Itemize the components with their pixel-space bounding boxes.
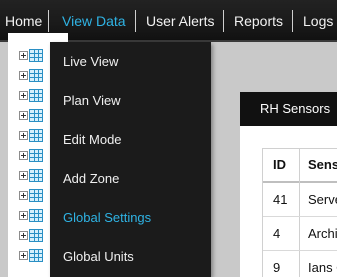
menu-item-plan-view[interactable]: Plan View bbox=[50, 81, 211, 120]
tree-node[interactable] bbox=[19, 69, 49, 82]
expand-plus-icon[interactable] bbox=[19, 51, 28, 60]
expand-plus-icon[interactable] bbox=[19, 211, 28, 220]
zone-grid-icon bbox=[29, 129, 43, 142]
nav-logs[interactable]: Logs bbox=[303, 0, 333, 42]
cell-sensor: Archiv bbox=[308, 226, 337, 241]
tree-node[interactable] bbox=[19, 89, 49, 102]
panel-title[interactable]: RH Sensors bbox=[240, 92, 337, 126]
cell-id: 9 bbox=[273, 260, 281, 275]
menu-item-add-zone[interactable]: Add Zone bbox=[50, 159, 211, 198]
zone-grid-icon bbox=[29, 89, 43, 102]
sensors-table: ID Senso 41 Serve 4 Archiv 9 Ians C bbox=[262, 148, 337, 277]
view-data-dropdown-menu: Live View Plan View Edit Mode Add Zone G… bbox=[50, 42, 211, 277]
expand-plus-icon[interactable] bbox=[19, 171, 28, 180]
zone-grid-icon bbox=[29, 169, 43, 182]
table-row[interactable]: 41 Serve bbox=[263, 183, 337, 217]
table-row[interactable]: 4 Archiv bbox=[263, 217, 337, 251]
zone-grid-icon bbox=[29, 69, 43, 82]
menu-item-global-units[interactable]: Global Units bbox=[50, 237, 211, 276]
zone-grid-icon bbox=[29, 229, 43, 242]
table-row[interactable]: 9 Ians C bbox=[263, 251, 337, 277]
nav-view-data[interactable]: View Data bbox=[62, 0, 126, 42]
tree-node[interactable] bbox=[19, 229, 49, 242]
menu-item-live-view[interactable]: Live View bbox=[50, 42, 211, 81]
tree-node[interactable] bbox=[19, 109, 49, 122]
nav-separator bbox=[223, 10, 224, 32]
cell-id: 41 bbox=[273, 192, 288, 207]
nav-reports[interactable]: Reports bbox=[234, 0, 283, 42]
zone-grid-icon bbox=[29, 109, 43, 122]
expand-plus-icon[interactable] bbox=[19, 151, 28, 160]
zone-grid-icon bbox=[29, 189, 43, 202]
cell-sensor: Ians C bbox=[308, 260, 337, 275]
expand-plus-icon[interactable] bbox=[19, 71, 28, 80]
tree-node[interactable] bbox=[19, 149, 49, 162]
zone-grid-icon bbox=[29, 249, 43, 262]
tree-node[interactable] bbox=[19, 169, 49, 182]
rh-sensors-panel: RH Sensors ID Senso 41 Serve 4 Archiv 9 … bbox=[240, 92, 337, 277]
tree-node[interactable] bbox=[19, 189, 49, 202]
expand-plus-icon[interactable] bbox=[19, 131, 28, 140]
menu-item-global-settings[interactable]: Global Settings bbox=[50, 198, 211, 237]
expand-plus-icon[interactable] bbox=[19, 191, 28, 200]
tree-node[interactable] bbox=[19, 129, 49, 142]
cell-sensor: Serve bbox=[308, 192, 337, 207]
nav-separator bbox=[48, 10, 49, 32]
expand-plus-icon[interactable] bbox=[19, 231, 28, 240]
menu-item-edit-mode[interactable]: Edit Mode bbox=[50, 120, 211, 159]
expand-plus-icon[interactable] bbox=[19, 91, 28, 100]
zone-grid-icon bbox=[29, 149, 43, 162]
nav-user-alerts[interactable]: User Alerts bbox=[146, 0, 214, 42]
tree-node[interactable] bbox=[19, 209, 49, 222]
expand-plus-icon[interactable] bbox=[19, 251, 28, 260]
nav-separator bbox=[292, 10, 293, 32]
column-header-sensor[interactable]: Senso bbox=[308, 149, 337, 181]
nav-separator bbox=[135, 10, 136, 32]
cell-id: 4 bbox=[273, 226, 281, 241]
expand-plus-icon[interactable] bbox=[19, 111, 28, 120]
zone-grid-icon bbox=[29, 209, 43, 222]
column-header-id[interactable]: ID bbox=[273, 149, 286, 181]
tree-node[interactable] bbox=[19, 249, 49, 262]
zone-grid-icon bbox=[29, 49, 43, 62]
tree-node[interactable] bbox=[19, 49, 49, 62]
